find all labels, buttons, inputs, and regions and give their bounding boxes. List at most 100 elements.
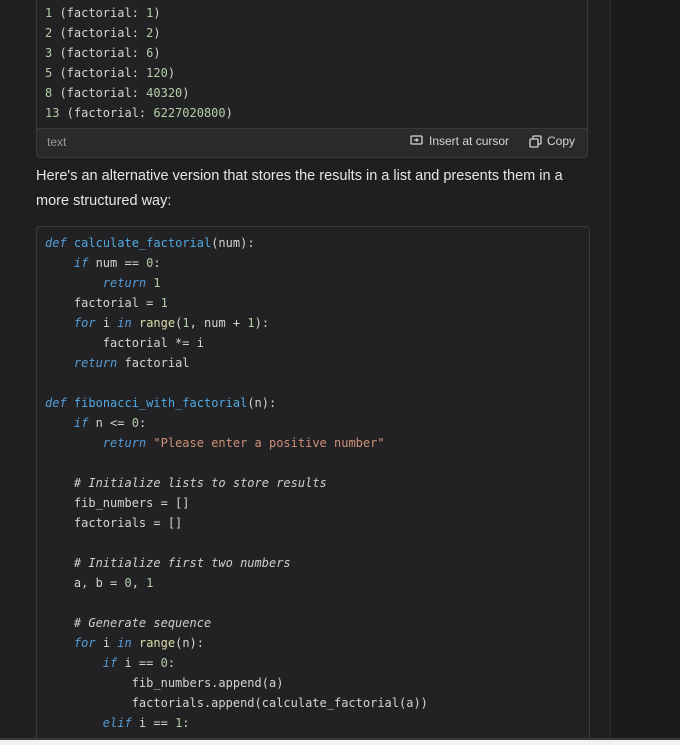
output-token: 13 [45, 106, 60, 120]
insert-at-cursor-button[interactable]: Insert at cursor [410, 134, 509, 148]
output-token: (factorial: [52, 6, 147, 20]
code-token: return [102, 276, 147, 290]
code-line: fib_numbers = [] [45, 493, 428, 513]
output-token: ) [153, 46, 161, 60]
code-token: 1 [153, 276, 161, 290]
code-token: i == [117, 656, 161, 670]
code-token: range [138, 316, 176, 330]
copy-button[interactable]: Copy [529, 134, 575, 148]
code-token: : [182, 716, 190, 730]
code-token: # Generate sequence [73, 616, 212, 630]
output-token: ) [153, 6, 161, 20]
code-token: 0 [124, 576, 132, 590]
output-line: 3 (factorial: 6) [45, 43, 233, 63]
output-line: 5 (factorial: 120) [45, 63, 233, 83]
code-block-footer: text Insert at cursor Copy [37, 128, 587, 157]
output-token: 6227020800 [153, 106, 226, 120]
code-token: a, b = [45, 576, 125, 590]
code-token: (n): [247, 396, 277, 410]
code-token: range [138, 636, 176, 650]
code-token: ): [254, 316, 270, 330]
output-lines: 1 (factorial: 1) 2 (factorial: 2) 3 (facto… [45, 3, 233, 123]
code-token: n <= [88, 416, 132, 430]
code-line: for i in range(n): [45, 633, 428, 653]
code-token: fib_numbers = [] [45, 496, 190, 510]
code-token: # Initialize first two numbers [73, 556, 291, 570]
output-token: (factorial: [52, 46, 147, 60]
code-line: # Initialize lists to store results [45, 473, 428, 493]
code-token: 1 [146, 576, 154, 590]
code-token: return [73, 356, 118, 370]
code-token: def [45, 396, 67, 410]
code-line: if n <= 0: [45, 413, 428, 433]
code-line: factorial *= i [45, 333, 428, 353]
code-line: if num == 0: [45, 253, 428, 273]
python-code-block: def calculate_factorial(num): if num == … [36, 226, 590, 745]
code-token: (n): [175, 636, 204, 650]
code-token: : [167, 656, 176, 670]
code-token: 1 [160, 296, 168, 310]
chat-panel: 1 (factorial: 1) 2 (factorial: 2) 3 (facto… [0, 0, 610, 745]
code-line: return "Please enter a positive number" [45, 433, 428, 453]
output-token: ) [167, 66, 176, 80]
code-line: elif i == 1: [45, 713, 428, 733]
code-token: in [117, 636, 132, 650]
code-token: # Initialize lists to store results [73, 476, 327, 490]
code-token: fibonacci_with_factorial [73, 396, 248, 410]
code-token: factorials = [] [45, 516, 183, 530]
output-token: ) [225, 106, 233, 120]
code-token: def [45, 236, 67, 250]
code-lines: def calculate_factorial(num): if num == … [45, 233, 428, 733]
output-token: ) [153, 26, 161, 40]
code-token: 1 [182, 316, 190, 330]
code-token: i == [131, 716, 176, 730]
code-token: 0 [131, 416, 139, 430]
right-sidebar [610, 0, 680, 745]
code-line: def calculate_factorial(num): [45, 233, 428, 253]
output-token: (factorial: [52, 86, 147, 100]
code-line: return factorial [45, 353, 428, 373]
output-code-block: 1 (factorial: 1) 2 (factorial: 2) 3 (facto… [36, 0, 588, 158]
assistant-message-text: Here's an alternative version that store… [36, 168, 563, 209]
output-token: 120 [146, 66, 168, 80]
code-token: factorial [117, 356, 190, 370]
code-line: fib_numbers.append(a) [45, 673, 428, 693]
code-token: for [73, 636, 96, 650]
code-token: 0 [160, 656, 168, 670]
code-token: num == [88, 256, 147, 270]
bottom-edge [0, 740, 680, 745]
output-token: ) [182, 86, 190, 100]
code-line: factorials.append(calculate_factorial(a)… [45, 693, 428, 713]
output-line: 2 (factorial: 2) [45, 23, 233, 43]
code-line: factorials = [] [45, 513, 428, 533]
output-line: 13 (factorial: 6227020800) [45, 103, 233, 123]
code-line: def fibonacci_with_factorial(n): [45, 393, 428, 413]
output-token: (factorial: [52, 26, 147, 40]
code-line: # Initialize first two numbers [45, 553, 428, 573]
code-token: elif [102, 716, 132, 730]
insert-at-cursor-icon [410, 135, 424, 147]
code-token: , num + [189, 316, 248, 330]
code-token: for [73, 316, 96, 330]
code-token: : [153, 256, 161, 270]
code-token: : [138, 416, 147, 430]
code-token: "Please enter a positive number" [153, 436, 385, 450]
code-token: factorial = [45, 296, 161, 310]
output-line: 1 (factorial: 1) [45, 3, 233, 23]
output-token: (factorial: [59, 106, 154, 120]
